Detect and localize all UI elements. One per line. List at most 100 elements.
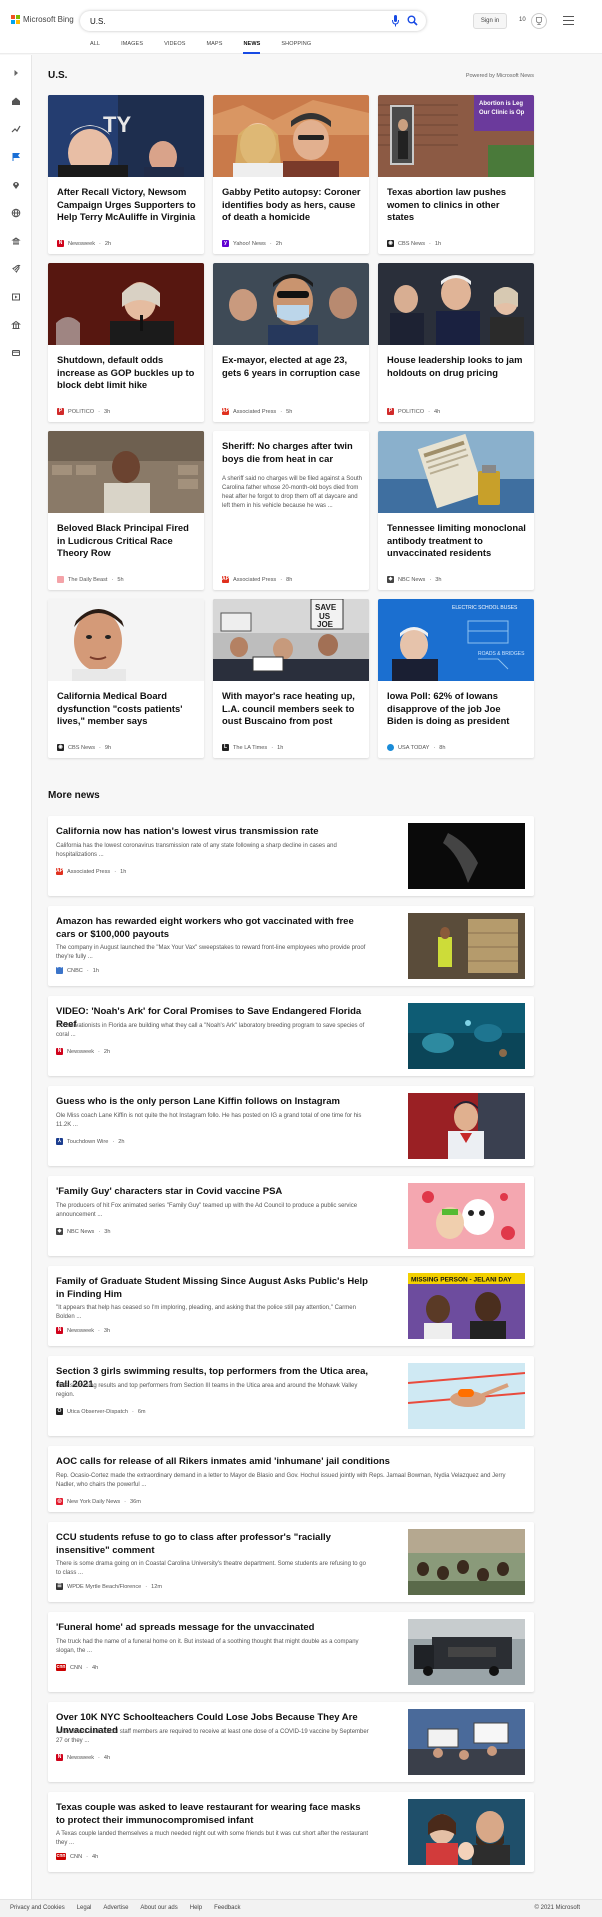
article-thumbnail[interactable]	[408, 1003, 525, 1069]
copyright-text: © 2021 Microsoft	[534, 1905, 580, 1911]
article-thumbnail[interactable]	[408, 1363, 525, 1429]
microphone-icon[interactable]	[391, 15, 400, 27]
article-time: 1h	[277, 744, 284, 751]
news-card[interactable]: Beloved Black Principal Fired in Ludicro…	[48, 431, 204, 590]
search-box[interactable]	[80, 11, 426, 31]
expand-chevron-icon[interactable]	[11, 68, 21, 78]
globe-icon[interactable]	[11, 208, 21, 218]
article-title[interactable]: With mayor's race heating up, L.A. counc…	[222, 690, 362, 728]
news-card[interactable]: Gabby Petito autopsy: Coroner identifies…	[213, 95, 369, 254]
associated-press-logo-icon: AP	[56, 868, 63, 875]
footer-link-advertise[interactable]: Advertise	[103, 1905, 128, 1911]
footer-link-feedback[interactable]: Feedback	[214, 1905, 240, 1911]
powered-by-label[interactable]: Powered by Microsoft News	[466, 73, 534, 79]
article-thumbnail[interactable]	[408, 913, 525, 979]
article-title[interactable]: House leadership looks to jam holdouts o…	[387, 354, 527, 379]
home-icon[interactable]	[11, 96, 21, 106]
footer-link-legal[interactable]: Legal	[77, 1905, 92, 1911]
wallet-icon[interactable]	[11, 348, 21, 358]
article-title[interactable]: Iowa Poll: 62% of Iowans disapprove of t…	[387, 690, 527, 728]
news-card[interactable]: Abortion is Leg Our Clinic is Op Texas ab…	[378, 95, 534, 254]
tab-all[interactable]: ALL	[90, 41, 100, 54]
money-bank-icon[interactable]	[11, 320, 21, 330]
article-time: 3h	[103, 408, 111, 415]
footer-link-about-ads[interactable]: About our ads	[140, 1905, 177, 1911]
article-title[interactable]: California Medical Board dysfunction "co…	[57, 690, 197, 728]
science-rocket-icon[interactable]	[11, 264, 21, 274]
more-news-item[interactable]: Section 3 girls swimming results, top pe…	[48, 1356, 534, 1436]
more-news-item[interactable]: Texas couple was asked to leave restaura…	[48, 1792, 534, 1872]
article-thumbnail[interactable]	[408, 823, 525, 889]
bing-logo[interactable]: Microsoft Bing	[11, 15, 74, 24]
article-title[interactable]: 'Funeral home' ad spreads message for th…	[56, 1621, 371, 1634]
article-title[interactable]: Beloved Black Principal Fired in Ludicro…	[57, 522, 197, 560]
more-news-item[interactable]: 'Family Guy' characters star in Covid va…	[48, 1176, 534, 1256]
article-time: 3h	[435, 576, 442, 583]
hamburger-menu-icon[interactable]	[563, 16, 574, 25]
article-thumbnail[interactable]	[408, 1093, 525, 1159]
article-title[interactable]: Gabby Petito autopsy: Coroner identifies…	[222, 186, 362, 224]
location-pin-icon[interactable]	[11, 180, 21, 190]
news-card[interactable]: ELECTRIC SCHOOL BUSES ROADS & BRIDGES Iow…	[378, 599, 534, 758]
more-news-item[interactable]: AOC calls for release of all Rikers inma…	[48, 1446, 534, 1512]
rewards-trophy-icon[interactable]	[531, 13, 547, 29]
article-time: 2h	[275, 240, 282, 247]
article-title[interactable]: Shutdown, default odds increase as GOP b…	[57, 354, 197, 392]
article-title[interactable]: Tennessee limiting monoclonal antibody t…	[387, 522, 527, 560]
rewards-count[interactable]: 10	[519, 17, 526, 23]
more-news-item[interactable]: California now has nation's lowest virus…	[48, 816, 534, 896]
article-thumbnail[interactable]	[408, 1183, 525, 1249]
news-card[interactable]: Shutdown, default odds increase as GOP b…	[48, 263, 204, 422]
article-title[interactable]: AOC calls for release of all Rikers inma…	[56, 1455, 526, 1468]
article-title[interactable]: After Recall Victory, Newsom Campaign Ur…	[57, 186, 197, 224]
source-name: CNBC	[67, 967, 83, 974]
article-image: TY	[48, 95, 204, 177]
article-image	[378, 431, 534, 513]
footer-link-help[interactable]: Help	[190, 1905, 202, 1911]
news-card[interactable]: House leadership looks to jam holdouts o…	[378, 263, 534, 422]
news-card[interactable]: California Medical Board dysfunction "co…	[48, 599, 204, 758]
article-thumbnail[interactable]	[408, 1619, 525, 1685]
article-title[interactable]: Guess who is the only person Lane Kiffin…	[56, 1095, 371, 1108]
article-title[interactable]: Family of Graduate Student Missing Since…	[56, 1275, 371, 1301]
more-news-item[interactable]: VIDEO: 'Noah's Ark' for Coral Promises t…	[48, 996, 534, 1076]
article-title[interactable]: CCU students refuse to go to class after…	[56, 1531, 371, 1557]
sign-in-button[interactable]: Sign in	[473, 13, 507, 29]
tab-shopping[interactable]: SHOPPING	[281, 41, 311, 54]
article-thumbnail[interactable]: MISSING PERSON - JELANI DAY	[408, 1273, 525, 1339]
source-name: CBS News	[68, 744, 96, 751]
search-icon[interactable]	[407, 15, 418, 26]
article-title[interactable]: California now has nation's lowest virus…	[56, 825, 371, 838]
article-title[interactable]: Amazon has rewarded eight workers who go…	[56, 915, 371, 941]
tab-images[interactable]: IMAGES	[121, 41, 143, 54]
news-card[interactable]: Ex-mayor, elected at age 23, gets 6 year…	[213, 263, 369, 422]
news-card[interactable]: SAVE US JOE With mayor's race heating up, …	[213, 599, 369, 758]
more-news-item[interactable]: Family of Graduate Student Missing Since…	[48, 1266, 534, 1346]
tab-news[interactable]: NEWS	[243, 41, 261, 54]
tab-videos[interactable]: VIDEOS	[164, 41, 185, 54]
politics-icon[interactable]	[11, 236, 21, 246]
us-flag-icon[interactable]	[11, 152, 21, 162]
more-news-item[interactable]: Over 10K NYC Schoolteachers Could Lose J…	[48, 1702, 534, 1782]
more-news-item[interactable]: Amazon has rewarded eight workers who go…	[48, 906, 534, 986]
trending-icon[interactable]	[11, 124, 21, 134]
article-title[interactable]: Texas abortion law pushes women to clini…	[387, 186, 527, 224]
news-card[interactable]: Sheriff: No charges after twin boys die …	[213, 431, 369, 590]
more-news-item[interactable]: 'Funeral home' ad spreads message for th…	[48, 1612, 534, 1692]
tab-maps[interactable]: MAPS	[206, 41, 222, 54]
article-title[interactable]: Sheriff: No charges after twin boys die …	[222, 440, 362, 465]
more-news-item[interactable]: Guess who is the only person Lane Kiffin…	[48, 1086, 534, 1166]
article-thumbnail[interactable]	[408, 1709, 525, 1775]
news-card[interactable]: TY After Recall Victory, Newsom Campaign…	[48, 95, 204, 254]
footer-link-privacy[interactable]: Privacy and Cookies	[10, 1905, 65, 1911]
article-thumbnail[interactable]	[408, 1529, 525, 1595]
more-news-item[interactable]: CCU students refuse to go to class after…	[48, 1522, 534, 1602]
article-title[interactable]: Ex-mayor, elected at age 23, gets 6 year…	[222, 354, 362, 379]
search-input[interactable]	[90, 14, 370, 28]
article-thumbnail[interactable]	[408, 1799, 525, 1865]
news-card[interactable]: Tennessee limiting monoclonal antibody t…	[378, 431, 534, 590]
video-icon[interactable]	[11, 292, 21, 302]
article-title[interactable]: 'Family Guy' characters star in Covid va…	[56, 1185, 371, 1198]
article-title[interactable]: Texas couple was asked to leave restaura…	[56, 1801, 371, 1827]
article-description: Girls swimming results and top performer…	[56, 1383, 358, 1398]
